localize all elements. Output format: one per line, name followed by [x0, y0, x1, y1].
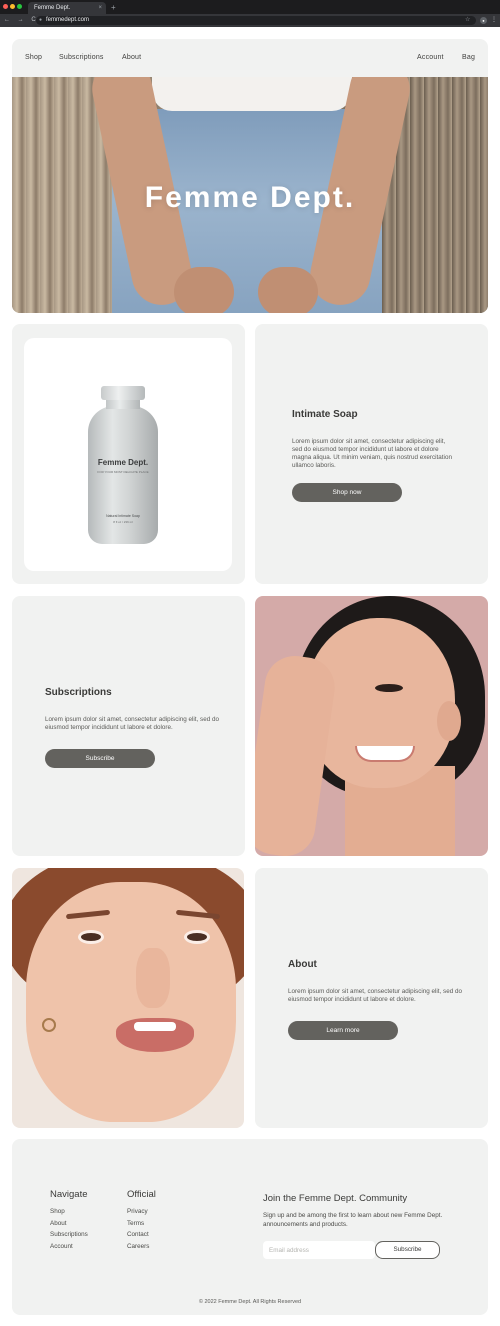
bottle-neck: [106, 399, 140, 409]
ear: [437, 701, 461, 741]
footer-link-subscriptions[interactable]: Subscriptions: [50, 1231, 88, 1238]
footer-link-contact[interactable]: Contact: [127, 1231, 149, 1238]
url-field[interactable]: ● femmedept.com: [36, 16, 476, 25]
bottle-brand: Femme Dept.: [97, 458, 149, 467]
minimize-window-icon[interactable]: [10, 4, 15, 9]
eye-right: [184, 930, 210, 944]
top-nav: Shop Subscriptions About Account Bag: [12, 39, 488, 77]
about-card: About Lorem ipsum dolor sit amet, consec…: [255, 868, 488, 1128]
bottle-name: Natural Intimate Soap: [106, 514, 140, 518]
nav-account[interactable]: Account: [417, 39, 444, 77]
footer-link-about[interactable]: About: [50, 1220, 66, 1227]
intimate-soap-card: Intimate Soap Lorem ipsum dolor sit amet…: [255, 324, 488, 584]
soap-bottle: Femme Dept. FOR YOUR MOST DELICATE PLACE…: [88, 386, 158, 544]
hero-banner: Femme Dept.: [12, 77, 488, 313]
navigation-icons[interactable]: ← → C: [4, 14, 39, 27]
nose: [136, 948, 170, 1008]
footer-navigate-title: Navigate: [50, 1189, 88, 1200]
address-bar: ← → C ● femmedept.com ☆ ● ⋮: [0, 14, 500, 27]
hero-title: Femme Dept.: [144, 181, 356, 214]
tab-bar: Femme Dept. × +: [0, 0, 500, 14]
learn-more-button[interactable]: Learn more: [288, 1021, 398, 1040]
email-input[interactable]: [263, 1241, 375, 1259]
section-body: Lorem ipsum dolor sit amet, consectetur …: [292, 438, 452, 469]
footer-link-account[interactable]: Account: [50, 1243, 73, 1250]
tab-close-icon[interactable]: ×: [98, 2, 102, 14]
footer: Navigate Shop About Subscriptions Accoun…: [12, 1139, 488, 1315]
footer-link-privacy[interactable]: Privacy: [127, 1208, 148, 1215]
browser-tab[interactable]: Femme Dept. ×: [28, 2, 106, 14]
subscriptions-card: Subscriptions Lorem ipsum dolor sit amet…: [12, 596, 245, 856]
smile: [355, 746, 415, 762]
footer-link-shop[interactable]: Shop: [50, 1208, 65, 1215]
new-tab-icon[interactable]: +: [111, 2, 116, 14]
teeth: [134, 1022, 176, 1031]
shop-now-button[interactable]: Shop now: [292, 483, 402, 502]
face: [26, 882, 236, 1122]
product-image[interactable]: Femme Dept. FOR YOUR MOST DELICATE PLACE…: [24, 338, 232, 571]
url-text: femmedept.com: [46, 17, 90, 23]
bottle-size: 8 fl oz / 236 ml: [113, 520, 133, 524]
footer-link-terms[interactable]: Terms: [127, 1220, 144, 1227]
product-image-card: Femme Dept. FOR YOUR MOST DELICATE PLACE…: [12, 324, 245, 584]
subscribe-button[interactable]: Subscribe: [45, 749, 155, 768]
section-body: Lorem ipsum dolor sit amet, consectetur …: [45, 716, 219, 731]
footer-link-careers[interactable]: Careers: [127, 1243, 149, 1250]
section-title: Intimate Soap: [292, 409, 358, 420]
hero-hand-left: [174, 267, 234, 313]
bookmark-star-icon[interactable]: ☆: [465, 14, 470, 27]
hero-shirt: [152, 77, 352, 111]
nav-shop[interactable]: Shop: [25, 39, 42, 77]
copyright: © 2022 Femme Dept. All Rights Reserved: [198, 1299, 302, 1305]
section-title: Subscriptions: [45, 687, 112, 698]
community-text: Sign up and be among the first to learn …: [263, 1212, 443, 1228]
smiling-woman-image: [255, 596, 488, 856]
eye-left: [78, 930, 104, 944]
maximize-window-icon[interactable]: [17, 4, 22, 9]
browser-chrome: Femme Dept. × + ← → C ● femmedept.com ☆ …: [0, 0, 500, 27]
nav-about[interactable]: About: [122, 39, 141, 77]
lock-icon: ●: [39, 17, 43, 23]
eye: [375, 684, 403, 692]
nav-bag[interactable]: Bag: [462, 39, 475, 77]
community-title: Join the Femme Dept. Community: [263, 1193, 408, 1204]
section-body: Lorem ipsum dolor sit amet, consectetur …: [288, 988, 462, 1003]
nav-subscriptions[interactable]: Subscriptions: [59, 39, 104, 77]
earring: [42, 1018, 56, 1032]
bottle-cap: [101, 386, 145, 400]
browser-menu-icon[interactable]: ⋮: [491, 14, 497, 27]
profile-avatar-icon[interactable]: ●: [480, 17, 487, 24]
freckled-woman-image: [12, 868, 244, 1128]
bottle-tagline: FOR YOUR MOST DELICATE PLACE: [97, 470, 149, 474]
section-title: About: [288, 959, 317, 970]
footer-official-title: Official: [127, 1189, 156, 1200]
hero-hand-right: [258, 267, 318, 313]
footer-subscribe-button[interactable]: Subscribe: [375, 1241, 440, 1259]
tab-title: Femme Dept.: [34, 5, 71, 11]
close-window-icon[interactable]: [3, 4, 8, 9]
